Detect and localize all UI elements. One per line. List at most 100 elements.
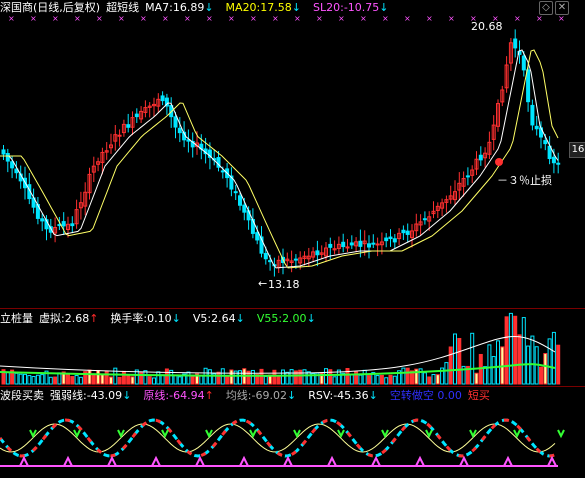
volume-bar [173, 374, 178, 385]
candle-down [126, 124, 131, 128]
volume-bar [543, 353, 548, 385]
stock-name[interactable]: 深国商(日线,后复权) [0, 1, 100, 14]
candle-down [526, 69, 531, 103]
candle-down [534, 125, 539, 130]
candle-down [238, 195, 242, 206]
short-buy-label: 短买 [467, 389, 490, 402]
candle-down [556, 162, 561, 165]
sl20-value: -10.75 [343, 1, 380, 14]
volume-bar [78, 376, 83, 385]
signal-spike [547, 455, 557, 467]
buy-arrow-icon [73, 429, 81, 439]
candle-down [513, 38, 518, 49]
volume-bar [444, 362, 449, 385]
indicator-panel-header: 波段买卖 强弱线:-43.09↓ 原线:-64.94↑ 均线:-69.02↓ RSV:-… [0, 388, 496, 404]
candle-down [341, 241, 346, 248]
volume-bar [238, 370, 242, 385]
signal-mark: × [426, 14, 433, 23]
volume-bar [539, 366, 543, 385]
volume-bar [517, 334, 522, 385]
volume-bar [379, 374, 384, 385]
signal-spike [151, 455, 161, 467]
volume-bar [551, 331, 556, 385]
volume-bar [362, 369, 367, 385]
indicator-title[interactable]: 波段买卖 [0, 389, 44, 402]
candle-down [70, 223, 75, 227]
candle-up [345, 246, 350, 249]
volume-bar [250, 369, 255, 385]
volume-bar [5, 371, 10, 385]
volume-bar [392, 375, 397, 385]
candle-down [134, 113, 139, 118]
volume-bar [199, 375, 204, 385]
volume-bar [530, 335, 535, 385]
ma7-down-arrow-icon: ↓ [204, 1, 214, 14]
v55-label: V55: [256, 312, 283, 325]
volume-bar [367, 375, 371, 385]
volume-bar [457, 337, 462, 385]
settings-diamond-icon[interactable]: ◇ [539, 1, 553, 15]
volume-bar [109, 376, 113, 385]
panel-divider-1 [0, 308, 585, 309]
v5-line [0, 336, 556, 374]
volume-indicator-title[interactable]: 立桩量 [0, 312, 33, 325]
ma7-label: MA7: [145, 1, 173, 14]
volume-bar [285, 371, 290, 385]
candle-down [233, 191, 238, 194]
volume-bar [302, 369, 307, 385]
volume-bar [487, 344, 492, 385]
volume-bar [470, 332, 475, 385]
volume-bar [474, 372, 479, 385]
volume-bar [91, 373, 96, 385]
ma20-line [0, 49, 559, 269]
main-chart-header: 深国商(日线,后复权) 超短线 MA7:16.89↓ MA20:17.58↓ SL20:… [0, 0, 401, 16]
volume-bar [14, 372, 19, 385]
signal-spike [459, 455, 469, 467]
turnover-label: 换手率: [110, 312, 148, 325]
candle-down [551, 156, 556, 164]
volume-bar [358, 374, 363, 385]
strength-line [0, 418, 556, 458]
strength-down-arrow-icon: ↓ [122, 389, 132, 402]
strength-label: 强弱线: [50, 389, 87, 402]
volume-bar [289, 369, 294, 385]
volume-bar [276, 376, 281, 385]
candle-down [384, 237, 389, 242]
volume-bar [547, 338, 552, 385]
virtual-label: 虚拟: [39, 312, 65, 325]
volume-bar [87, 369, 92, 385]
volume-bar [225, 375, 230, 385]
average-line [0, 423, 556, 453]
volume-bar [448, 346, 453, 385]
candle-down [371, 242, 376, 245]
volume-bar [70, 376, 75, 385]
volume-bar [556, 344, 561, 385]
close-panel-icon[interactable]: ✕ [555, 1, 569, 15]
volume-bar [483, 366, 488, 385]
candle-down [255, 232, 260, 241]
buy-arrow-icon [161, 429, 169, 439]
candle-down [543, 140, 548, 145]
volume-bar [96, 369, 101, 385]
volume-bar [427, 376, 432, 385]
candle-down [315, 250, 320, 256]
volume-bar [422, 372, 427, 385]
signal-spike [63, 455, 73, 467]
candle-down [1, 149, 6, 155]
volume-bar [152, 377, 156, 385]
candle-down [367, 243, 371, 248]
origin-line [0, 418, 556, 458]
candle-down [61, 221, 66, 227]
low-price-label: 13.18 [268, 278, 300, 291]
signal-mark: × [404, 14, 411, 23]
indicator-name[interactable]: 超短线 [106, 1, 139, 14]
volume-bar [405, 367, 410, 385]
panel-divider-2 [0, 386, 585, 387]
v55-value: 2.00 [282, 312, 307, 325]
virtual-value: 2.68 [64, 312, 90, 325]
volume-bar [521, 317, 526, 385]
sl20-down-arrow-icon: ↓ [379, 1, 389, 14]
volume-bar [375, 375, 380, 385]
low-price-arrow-icon: ← [258, 277, 268, 290]
candle-down [5, 153, 10, 162]
